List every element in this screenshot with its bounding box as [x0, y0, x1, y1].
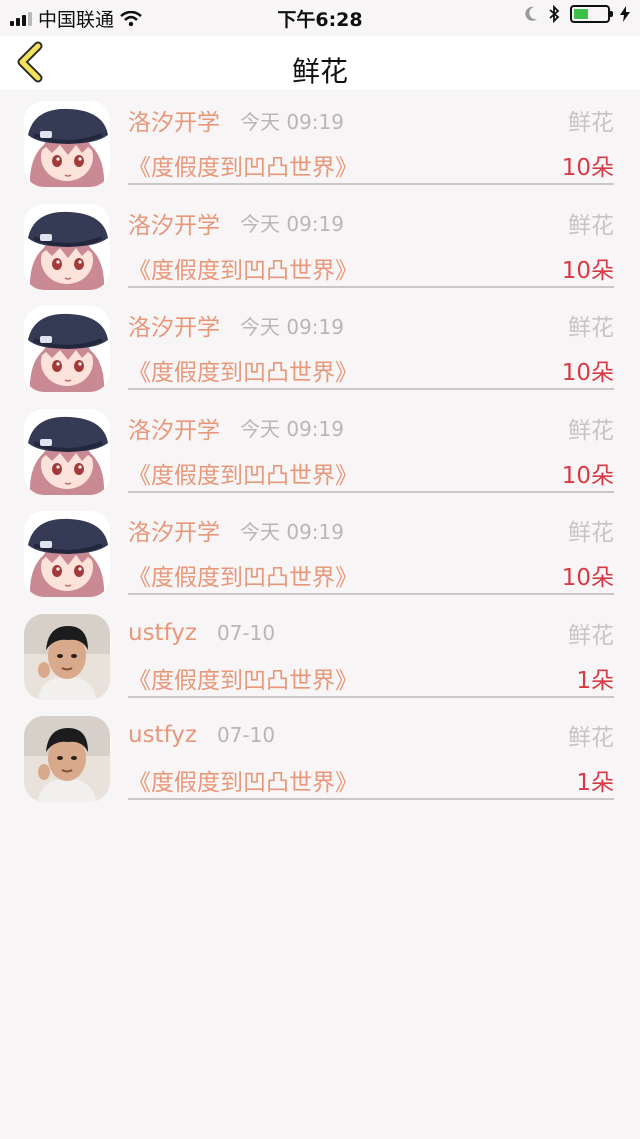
item-header: 洛汐开学 今天 09:19 鲜花 [128, 513, 614, 547]
divider [128, 490, 614, 493]
book-title[interactable]: 《度假度到凹凸世界》 [128, 148, 358, 182]
timestamp: 07-10 [216, 620, 276, 645]
flower-count: 1朵 [576, 667, 614, 694]
list-item[interactable]: ustfyz 07-10 鲜花 《度假度到凹凸世界》 1朵 [0, 707, 640, 810]
flower-count: 10朵 [561, 462, 614, 489]
gift-type: 鲜花 [568, 725, 614, 751]
avatar[interactable] [24, 408, 110, 495]
divider [128, 285, 614, 288]
avatar[interactable] [24, 716, 110, 802]
navigation-bar: 鲜花 [0, 36, 640, 90]
sender-name[interactable]: ustfyz [128, 620, 197, 646]
list-item[interactable]: 洛汐开学 今天 09:19 鲜花 《度假度到凹凸世界》 10朵 [0, 92, 640, 195]
item-body: 《度假度到凹凸世界》 1朵 [128, 763, 614, 797]
page-title: 鲜花 [291, 55, 348, 88]
flower-count: 10朵 [561, 155, 614, 181]
timestamp: 今天 09:19 [240, 212, 344, 236]
timestamp: 今天 09:19 [240, 519, 344, 544]
sender-name[interactable]: ustfyz [128, 722, 197, 748]
timestamp: 今天 09:19 [240, 417, 344, 441]
item-body: 《度假度到凹凸世界》 10朵 [128, 251, 614, 285]
battery-icon [570, 5, 613, 23]
book-title[interactable]: 《度假度到凹凸世界》 [128, 763, 358, 797]
divider [128, 388, 614, 390]
charging-icon [620, 6, 630, 22]
list-item[interactable]: 洛汐开学 今天 09:19 鲜花 《度假度到凹凸世界》 10朵 [0, 400, 640, 503]
gift-type: 鲜花 [568, 622, 614, 649]
book-title[interactable]: 《度假度到凹凸世界》 [128, 558, 358, 592]
avatar[interactable] [24, 101, 110, 187]
list-item[interactable]: 洛汐开学 今天 09:19 鲜花 《度假度到凹凸世界》 10朵 [0, 502, 640, 605]
item-header: 洛汐开学 今天 09:19 鲜花 [128, 103, 614, 137]
timestamp: 07-10 [216, 723, 276, 747]
flower-count: 10朵 [561, 565, 614, 591]
item-header: 洛汐开学 今天 09:19 鲜花 [128, 207, 614, 239]
gift-type: 鲜花 [568, 110, 614, 136]
avatar[interactable] [24, 203, 110, 290]
list-item[interactable]: 洛汐开学 今天 09:19 鲜花 《度假度到凹凸世界》 10朵 [0, 195, 640, 298]
divider [128, 183, 614, 185]
item-header: ustfyz 07-10 鲜花 [128, 719, 614, 751]
book-title[interactable]: 《度假度到凹凸世界》 [128, 353, 358, 387]
book-title[interactable]: 《度假度到凹凸世界》 [128, 456, 358, 490]
divider [128, 798, 614, 800]
sender-name[interactable]: 洛汐开学 [128, 103, 220, 137]
avatar[interactable] [24, 613, 110, 700]
item-body: 《度假度到凹凸世界》 10朵 [128, 456, 614, 490]
divider [128, 593, 614, 595]
sender-name[interactable]: 洛汐开学 [128, 308, 220, 342]
moon-icon [525, 6, 537, 21]
gift-type: 鲜花 [568, 520, 614, 546]
status-bar: 中国联通 下午6:28 [0, 0, 640, 36]
item-header: 洛汐开学 今天 09:19 鲜花 [128, 308, 614, 342]
sender-name[interactable]: 洛汐开学 [128, 206, 220, 240]
flower-count: 1朵 [576, 770, 614, 796]
list-item[interactable]: 洛汐开学 今天 09:19 鲜花 《度假度到凹凸世界》 10朵 [0, 297, 640, 400]
divider [128, 695, 614, 698]
avatar[interactable] [24, 511, 110, 597]
item-header: 洛汐开学 今天 09:19 鲜花 [128, 412, 614, 444]
avatar[interactable] [24, 306, 110, 392]
item-body: 《度假度到凹凸世界》 1朵 [128, 661, 614, 695]
flower-count: 10朵 [561, 257, 614, 284]
item-header: ustfyz 07-10 鲜花 [128, 617, 614, 649]
sender-name[interactable]: 洛汐开学 [128, 513, 220, 547]
list-item[interactable]: ustfyz 07-10 鲜花 《度假度到凹凸世界》 1朵 [0, 605, 640, 708]
item-body: 《度假度到凹凸世界》 10朵 [128, 148, 614, 182]
status-right [524, 5, 630, 23]
book-title[interactable]: 《度假度到凹凸世界》 [128, 251, 358, 285]
gift-type: 鲜花 [568, 417, 614, 444]
sender-name[interactable]: 洛汐开学 [128, 411, 220, 445]
gift-type: 鲜花 [568, 315, 614, 341]
flower-count: 10朵 [561, 360, 614, 386]
timestamp: 今天 09:19 [240, 314, 344, 339]
bluetooth-icon [549, 5, 560, 23]
timestamp: 今天 09:19 [240, 109, 344, 134]
item-body: 《度假度到凹凸世界》 10朵 [128, 558, 614, 592]
flower-list: 洛汐开学 今天 09:19 鲜花 《度假度到凹凸世界》 10朵 洛汐开学 今天 … [0, 92, 640, 810]
gift-type: 鲜花 [568, 212, 614, 239]
book-title[interactable]: 《度假度到凹凸世界》 [128, 661, 358, 695]
item-body: 《度假度到凹凸世界》 10朵 [128, 353, 614, 387]
